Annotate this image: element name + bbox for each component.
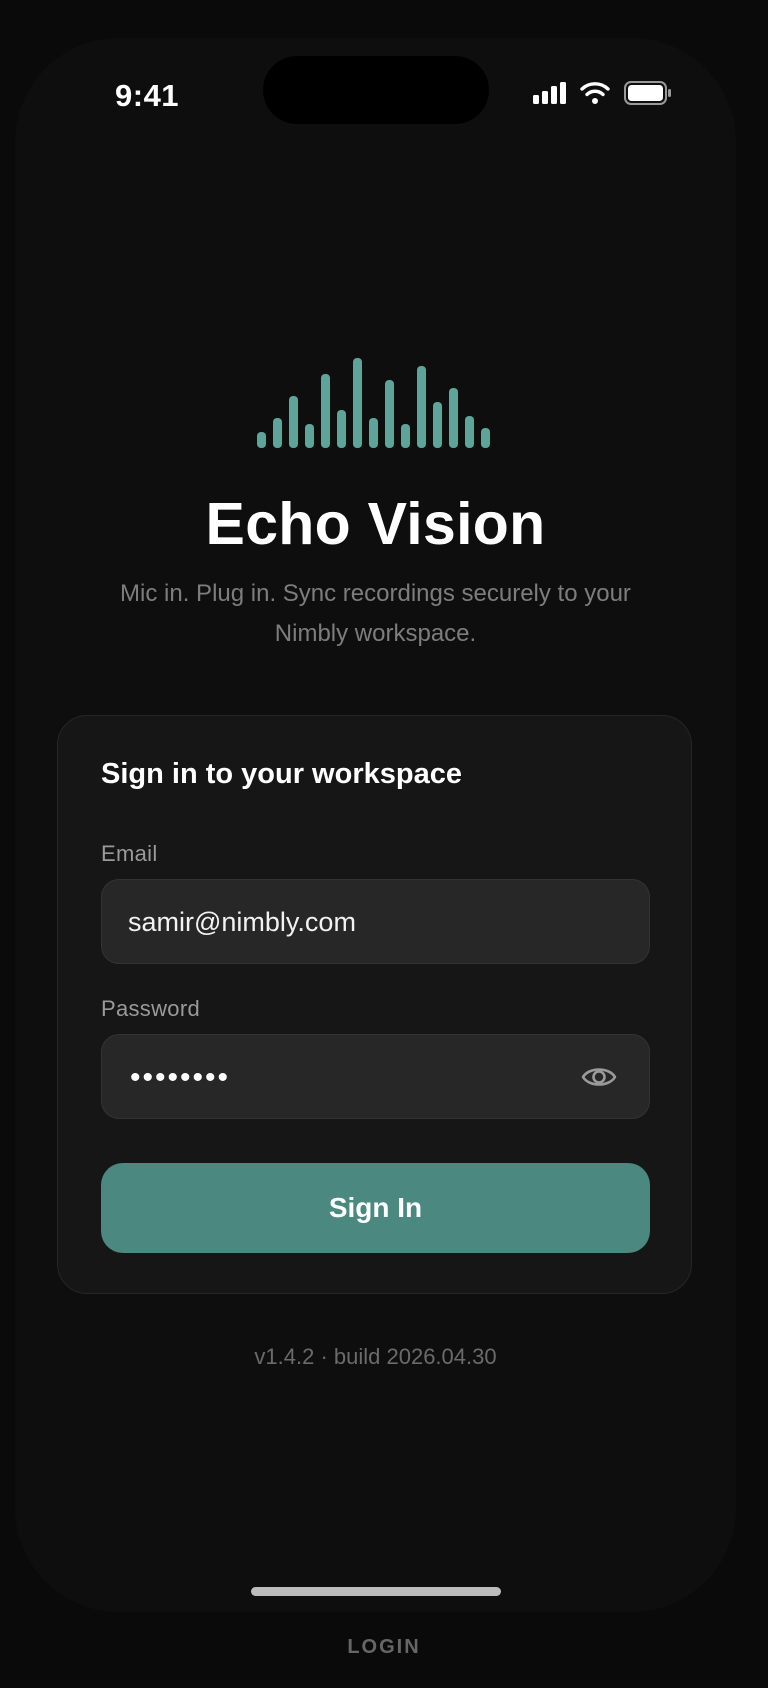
cellular-signal-icon [533, 82, 566, 104]
login-card: Sign in to your workspace Email samir@ni… [57, 715, 692, 1294]
email-value: samir@nimbly.com [128, 907, 356, 937]
logo-bar [257, 432, 266, 448]
password-value: •••••••• [130, 1061, 231, 1094]
logo-bar [417, 366, 426, 448]
logo-bar [481, 428, 490, 448]
app-title: Echo Vision [205, 491, 546, 557]
logo-bar [369, 418, 378, 448]
logo-bar [353, 358, 362, 448]
password-label: Password [101, 996, 200, 1021]
version-label: v1.4.2 · build 2026.04.30 [254, 1344, 497, 1369]
logo-bar [465, 416, 474, 448]
login-card-title: Sign in to your workspace [101, 758, 462, 790]
phone-frame: 9:41 Echo Vision Mic in. Plug in. Sync r… [15, 38, 736, 1612]
logo-bar [385, 380, 394, 448]
logo-bar [321, 374, 330, 448]
password-field[interactable]: •••••••• [101, 1034, 650, 1119]
wifi-icon [580, 82, 610, 104]
screen-label: LOGIN [347, 1636, 421, 1658]
battery-icon [624, 81, 671, 105]
logo-bar [449, 388, 458, 448]
waveform-logo-icon [257, 358, 490, 448]
logo-bar [433, 402, 442, 448]
logo-bar [305, 424, 314, 448]
home-indicator [251, 1587, 501, 1596]
sign-in-button[interactable]: Sign In [101, 1163, 650, 1253]
logo-bar [289, 396, 298, 448]
dynamic-island [263, 56, 489, 124]
logo-bar [273, 418, 282, 448]
logo-bar [337, 410, 346, 448]
status-icons [533, 80, 672, 106]
email-field[interactable]: samir@nimbly.com [101, 879, 650, 964]
email-label: Email [101, 841, 158, 866]
app-tagline: Mic in. Plug in. Sync recordings securel… [120, 580, 631, 647]
logo-bar [401, 424, 410, 448]
status-time: 9:41 [115, 78, 180, 113]
eye-icon[interactable] [581, 1061, 617, 1093]
